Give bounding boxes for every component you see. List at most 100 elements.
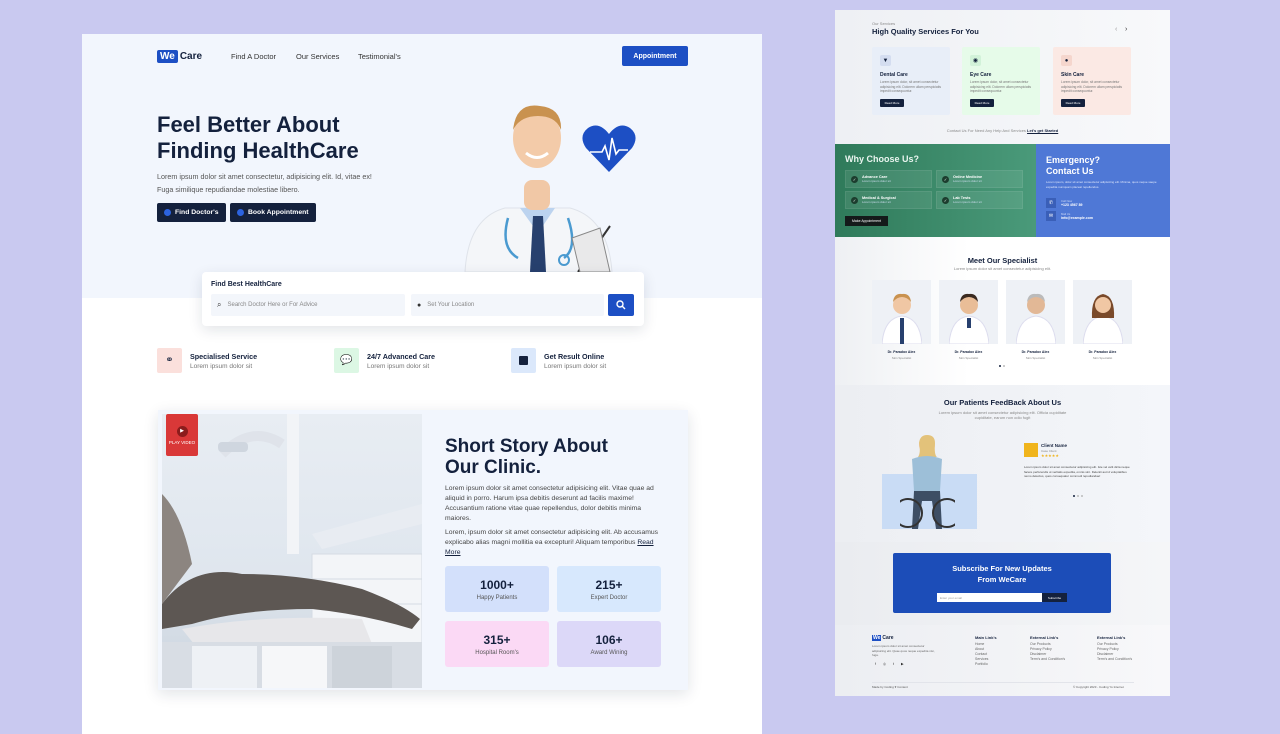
location-placeholder: Set Your Location (427, 302, 475, 308)
subscribe-button[interactable]: Subscribe (1042, 593, 1067, 602)
read-more-button[interactable]: Read More (880, 98, 904, 107)
footer-link[interactable]: Term's and Condition's (1030, 657, 1065, 662)
service-title: Eye Care (970, 72, 992, 78)
social-links: f ◎ t ▶ (875, 662, 904, 666)
book-appointment-button[interactable]: Book Appointment (230, 203, 316, 222)
search-card: Find Best HealthCare ⌕ Search Doctor Her… (202, 272, 644, 326)
find-doctors-button[interactable]: Find Doctor's (157, 203, 226, 222)
story-title: Short Story About Our Clinic. (445, 436, 665, 478)
doctor-avatar (948, 293, 989, 344)
check-icon (237, 209, 244, 216)
emergency-title-line2: Contact Us (1046, 166, 1094, 176)
specialist-role: Skin Specialist (1092, 356, 1113, 360)
why-item-sub: Lorem ipsum dolor sit (953, 179, 982, 183)
hero-section (82, 34, 762, 298)
footer-link[interactable]: Term's and Condition's (1097, 657, 1132, 662)
emergency-title: Emergency? Contact Us (1046, 155, 1100, 177)
mail-icon: ✉ (1046, 211, 1056, 221)
mail-us[interactable]: ✉ Mail Us info@example.com (1046, 211, 1093, 221)
search-button[interactable] (608, 294, 634, 316)
specialist-name: Dr. Paradox Alex (1021, 350, 1050, 354)
story-paragraph-2-text: Lorem, ipsum dolor sit amet consectetur … (445, 529, 659, 546)
read-more-button[interactable]: Read More (970, 98, 994, 107)
footer-logo-we: We (872, 635, 882, 641)
chat-icon: 💬 (334, 348, 359, 373)
instagram-icon[interactable]: ◎ (883, 662, 886, 666)
stat-label: Happy Patients (476, 594, 518, 601)
stat-award-wining: 106+ Award Wining (557, 621, 661, 667)
search-icon (164, 209, 171, 216)
search-icon: ⌕ (217, 300, 222, 309)
story-title-line1: Short Story About (445, 436, 608, 457)
doctor-avatar (881, 293, 922, 344)
subscribe-section: Subscribe For New Updates From WeCare Ent… (835, 542, 1170, 625)
logo[interactable]: We Care (157, 50, 202, 63)
subscribe-email-input[interactable]: Enter your email (937, 593, 1042, 602)
email-address: info@example.com (1061, 216, 1094, 220)
appointment-button[interactable]: Appointment (622, 46, 688, 66)
stat-happy-patients: 1000+ Happy Patients (445, 566, 549, 612)
clinic-photo: ▶ PLAY VIDEO (162, 414, 422, 688)
specialist-name: Dr. Paradox Alex (887, 350, 916, 354)
feature-title: Specialised Service (190, 351, 258, 361)
specialists-title: Meet Our Specialist (967, 256, 1038, 265)
specialist-photo (1006, 280, 1065, 344)
footer-link[interactable]: Portfolio (975, 662, 997, 667)
doctor-search-input[interactable]: ⌕ Search Doctor Here or For Advice (211, 294, 405, 316)
tooth-icon: ▼ (880, 55, 891, 66)
services-section: Our Services High Quality Services For Y… (835, 10, 1170, 144)
services-title: High Quality Services For You (872, 27, 979, 36)
emergency-title-line1: Emergency? (1046, 155, 1101, 165)
story-paragraph-1: Lorem ipsum dolor sit amet consectetur a… (445, 485, 654, 522)
emergency-desc: Lorem ipsum, dolor sit amet consectetur … (1046, 180, 1157, 189)
why-item-lab-tests: ✓ Lab Tests Lorem ipsum dolor sit (936, 191, 1023, 209)
phone-number: +123 4567 89 (1061, 203, 1083, 207)
check-icon: ✓ (851, 196, 858, 204)
twitter-icon[interactable]: t (893, 662, 894, 666)
dental-chair-image (162, 414, 422, 688)
location-input[interactable]: ● Set Your Location (411, 294, 604, 316)
feedback-quote: Lorem ipsum dolor sit amet consectetur a… (1024, 465, 1130, 478)
read-more-button[interactable]: Read More (1061, 98, 1085, 107)
lets-get-started-link[interactable]: Let's get Started (1027, 128, 1058, 133)
call-now[interactable]: ✆ Call Now +123 4567 89 (1046, 198, 1083, 208)
eye-icon: ◉ (970, 55, 981, 66)
services-cta-text: Contact Us For Need Any Help And Service… (946, 128, 1026, 133)
next-arrow-icon[interactable]: › (1125, 26, 1127, 33)
footer-logo-care: Care (882, 635, 894, 641)
make-appointment-button[interactable]: Make Appointment (845, 216, 888, 226)
stat-label: Expert Doctor (590, 594, 628, 601)
why-choose-section: Why Choose Us? ✓ Advance Care Lorem ipsum … (835, 144, 1036, 237)
skin-icon: ● (1061, 55, 1072, 66)
emergency-section: Emergency? Contact Us Lorem ipsum, dolor … (1036, 144, 1170, 237)
service-title: Dental Care (880, 72, 908, 78)
footer-col-external-1: External Link's Our Products Privacy Polic… (1030, 635, 1065, 662)
service-desc: Lorem ipsum dolor, sit amet consectetur … (1061, 80, 1123, 93)
facebook-icon[interactable]: f (875, 662, 876, 666)
patient-wheelchair-image (900, 435, 955, 529)
youtube-icon[interactable]: ▶ (901, 662, 904, 666)
specialist-role: Skin Specialist (891, 356, 912, 360)
feedback-dots[interactable] (1073, 495, 1083, 497)
specialist-role: Skin Specialist (1025, 356, 1046, 360)
why-item-medical-surgical: ✓ Medical & Surgical Lorem ipsum dolor sit (845, 191, 932, 209)
nav-our-services[interactable]: Our Services (296, 52, 339, 61)
prev-arrow-icon[interactable]: ‹ (1115, 26, 1117, 33)
search-icon (616, 300, 626, 310)
service-card-skin: ● Skin Care Lorem ipsum dolor, sit amet … (1053, 47, 1131, 115)
feedback-section: Our Patients FeedBack About Us Lorem ips… (835, 385, 1170, 542)
play-video-button[interactable]: ▶ PLAY VIDEO (166, 414, 198, 456)
feature-advanced-care: 💬 24/7 Advanced Care Lorem ipsum dolor si… (334, 348, 435, 373)
footer-logo[interactable]: We Care (872, 635, 894, 641)
play-icon: ▶ (176, 425, 188, 437)
client-avatar (1024, 443, 1038, 457)
feedback-title: Our Patients FeedBack About Us (943, 398, 1062, 407)
footer-col-external-2: External Link's Our Products Privacy Polic… (1097, 635, 1132, 662)
nav-find-doctor[interactable]: Find A Doctor (231, 52, 276, 61)
feature-sub: Lorem ipsum dolor sit (190, 362, 253, 370)
stat-value: 106+ (595, 632, 623, 647)
subscribe-card: Subscribe For New Updates From WeCare Ent… (893, 553, 1111, 613)
carousel-dots[interactable] (999, 365, 1005, 367)
footer-col-title: External Link's (1097, 635, 1126, 640)
nav-testimonials[interactable]: Testimonial's (358, 52, 401, 61)
